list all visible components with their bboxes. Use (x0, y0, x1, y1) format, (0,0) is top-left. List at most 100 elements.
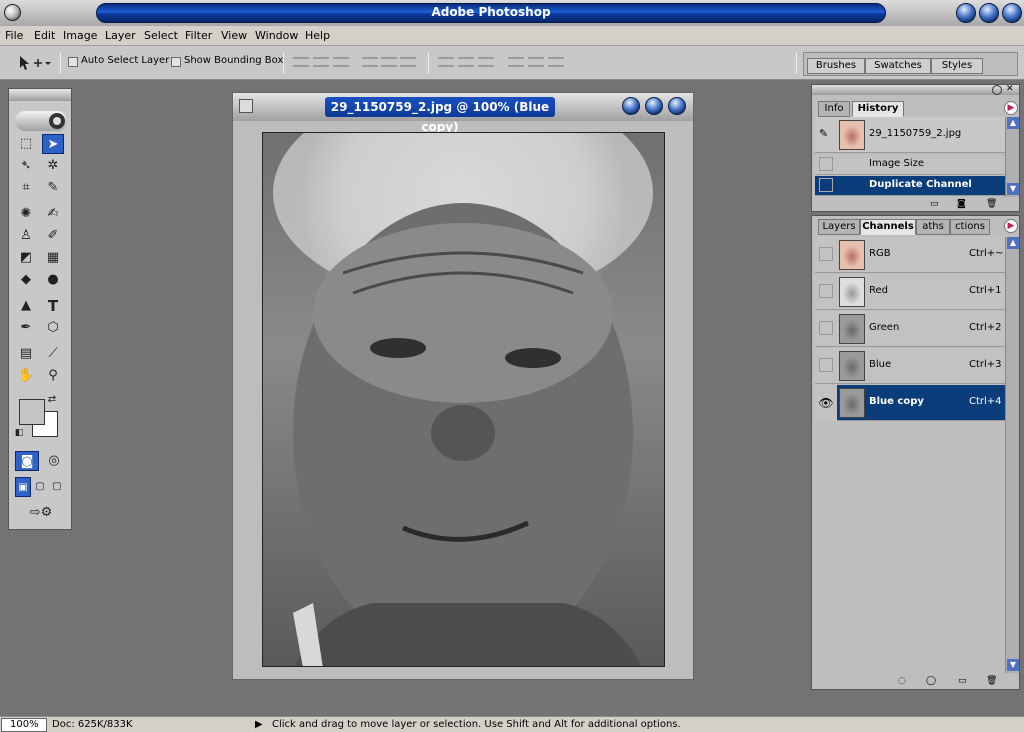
zoom-field[interactable]: 100% (1, 718, 47, 732)
distribute-hcenter-button[interactable] (528, 57, 544, 67)
align-bottom-button[interactable] (333, 57, 349, 67)
slice-tool-icon[interactable]: ✎ (42, 178, 64, 198)
save-selection-icon[interactable]: ◯ (926, 676, 936, 686)
tab-info[interactable]: Info (818, 101, 850, 117)
menu-view[interactable]: View (221, 29, 247, 42)
history-snapshot[interactable]: ✎ 29_1150759_2.jpg (815, 117, 1005, 153)
standard-screen-mode-icon[interactable]: ▣ (15, 477, 31, 497)
foreground-color-swatch[interactable] (19, 399, 45, 425)
clone-stamp-tool-icon[interactable]: ♙ (15, 226, 37, 246)
hand-tool-icon[interactable]: ✋ (15, 366, 37, 386)
channel-row-red[interactable]: Red Ctrl+1 (815, 274, 1005, 310)
align-hcenter-button[interactable] (381, 57, 397, 67)
standard-mode-icon[interactable]: ◙ (15, 451, 39, 471)
healing-brush-tool-icon[interactable]: ✺ (15, 204, 37, 224)
channel-row-green[interactable]: Green Ctrl+2 (815, 311, 1005, 347)
history-state-image-size[interactable]: Image Size (815, 155, 1005, 175)
type-tool-icon[interactable]: T (42, 296, 64, 316)
menu-file[interactable]: File (5, 29, 23, 42)
menu-help[interactable]: Help (305, 29, 330, 42)
shape-tool-icon[interactable]: ⬡ (42, 318, 64, 338)
visibility-toggle[interactable] (819, 284, 833, 298)
history-state-duplicate-channel[interactable]: Duplicate Channel (815, 176, 1005, 196)
tab-paths[interactable]: aths (916, 219, 950, 235)
magic-wand-tool-icon[interactable]: ✲ (42, 156, 64, 176)
toolbox-titlebar[interactable] (9, 89, 71, 101)
app-logo-icon[interactable] (4, 4, 21, 21)
menu-edit[interactable]: Edit (34, 29, 55, 42)
new-snapshot-icon[interactable]: ◙ (957, 199, 966, 209)
quick-mask-mode-icon[interactable]: ◎ (42, 451, 66, 471)
lasso-tool-icon[interactable]: ➴ (15, 156, 37, 176)
gradient-tool-icon[interactable]: ▦ (42, 248, 64, 268)
eye-icon[interactable]: 👁 (815, 385, 837, 421)
path-selection-tool-icon[interactable]: ▲ (15, 296, 37, 316)
blur-tool-icon[interactable]: ◆ (15, 270, 37, 290)
distribute-top-button[interactable] (438, 57, 454, 67)
panel-menu-icon[interactable]: ▶ (1004, 219, 1018, 233)
align-left-button[interactable] (362, 57, 378, 67)
pen-tool-icon[interactable]: ✒ (15, 318, 37, 338)
align-right-button[interactable] (400, 57, 416, 67)
default-colors-icon[interactable]: ◧ (13, 427, 25, 439)
eraser-tool-icon[interactable]: ◩ (15, 248, 37, 268)
menu-layer[interactable]: Layer (105, 29, 136, 42)
channel-row-rgb[interactable]: RGB Ctrl+~ (815, 237, 1005, 273)
visibility-toggle[interactable] (819, 358, 833, 372)
zoom-tool-icon[interactable]: ⚲ (42, 366, 64, 386)
auto-select-checkbox[interactable] (68, 57, 78, 67)
crop-tool-icon[interactable]: ⌗ (15, 178, 37, 198)
visibility-toggle[interactable] (819, 321, 833, 335)
well-tab-brushes[interactable]: Brushes (807, 58, 865, 74)
new-document-icon[interactable]: ▭ (930, 199, 939, 209)
full-screen-menu-mode-icon[interactable]: ▢ (32, 477, 48, 497)
tab-layers[interactable]: Layers (818, 219, 860, 235)
trash-icon[interactable]: 🗑 (986, 676, 997, 686)
menu-select[interactable]: Select (144, 29, 178, 42)
swap-colors-icon[interactable]: ⇄ (45, 393, 59, 407)
adobe-online-icon[interactable] (15, 111, 67, 131)
visibility-toggle[interactable] (819, 247, 833, 261)
notes-tool-icon[interactable]: ▤ (15, 344, 37, 364)
panel-minimize-icon[interactable] (992, 85, 1002, 95)
channel-row-blue-copy[interactable]: 👁 Blue copy Ctrl+4 (815, 385, 1005, 421)
align-vcenter-button[interactable] (313, 57, 329, 67)
jump-to-imageready-icon[interactable]: ⇨⚙ (17, 503, 65, 523)
scroll-up-icon[interactable]: ▲ (1007, 237, 1019, 249)
history-panel-titlebar[interactable]: ✕ (812, 85, 1019, 95)
bounding-box-checkbox[interactable] (171, 57, 181, 67)
doc-minimize-icon[interactable] (622, 97, 640, 115)
status-menu-arrow-icon[interactable]: ▶ (255, 719, 263, 730)
align-top-button[interactable] (293, 57, 309, 67)
distribute-right-button[interactable] (548, 57, 564, 67)
distribute-left-button[interactable] (508, 57, 524, 67)
eyedropper-tool-icon[interactable]: ⟋ (42, 344, 64, 364)
move-tool-icon[interactable]: ➤ (42, 134, 64, 154)
trash-icon[interactable]: 🗑 (986, 199, 997, 209)
doc-maximize-icon[interactable] (645, 97, 663, 115)
panel-close-icon[interactable]: ✕ (1006, 85, 1014, 94)
menu-image[interactable]: Image (63, 29, 97, 42)
scroll-up-icon[interactable]: ▲ (1007, 117, 1019, 129)
close-icon[interactable] (1002, 3, 1022, 23)
image-canvas[interactable] (262, 132, 665, 667)
load-selection-icon[interactable]: ◌ (898, 676, 906, 686)
tab-channels[interactable]: Channels (860, 219, 916, 235)
scroll-down-icon[interactable]: ▼ (1007, 659, 1019, 671)
channel-row-blue[interactable]: Blue Ctrl+3 (815, 348, 1005, 384)
well-tab-styles[interactable]: Styles (931, 58, 983, 74)
channels-scrollbar[interactable]: ▲ ▼ (1005, 237, 1019, 673)
distribute-vcenter-button[interactable] (458, 57, 474, 67)
tool-preset-picker[interactable] (14, 53, 54, 73)
document-titlebar[interactable]: 29_1150759_2.jpg @ 100% (Blue copy) (233, 93, 693, 134)
minimize-icon[interactable] (956, 3, 976, 23)
scroll-down-icon[interactable]: ▼ (1007, 183, 1019, 195)
brush-tool-icon[interactable]: ✍ (42, 204, 64, 224)
tab-history[interactable]: History (852, 101, 904, 117)
menu-filter[interactable]: Filter (185, 29, 212, 42)
menu-window[interactable]: Window (255, 29, 298, 42)
history-brush-tool-icon[interactable]: ✐ (42, 226, 64, 246)
new-channel-icon[interactable]: ▭ (958, 676, 967, 686)
distribute-bottom-button[interactable] (478, 57, 494, 67)
history-scrollbar[interactable]: ▲ ▼ (1005, 117, 1019, 197)
